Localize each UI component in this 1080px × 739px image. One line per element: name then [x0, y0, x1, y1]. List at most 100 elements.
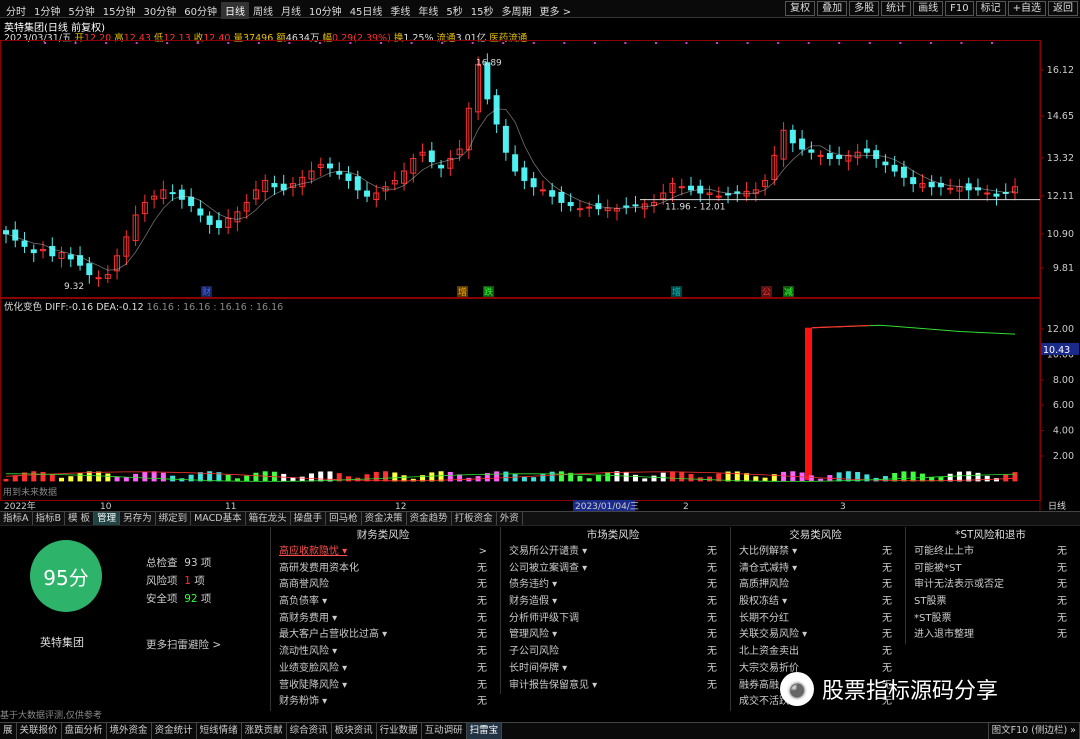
risk-row[interactable]: 子公司风险 无 [501, 644, 725, 661]
risk-row[interactable]: 流动性风险 ▾ 无 [271, 644, 495, 661]
indicator-tab-1[interactable]: 指标B [33, 512, 66, 525]
risk-row[interactable]: 高财务费用 ▾ 无 [271, 611, 495, 628]
risk-name: 股权冻结 ▾ [739, 596, 788, 608]
indicator-tab-11[interactable]: 资金趋势 [407, 512, 452, 525]
status-tab-5[interactable]: 短线情绪 [197, 723, 242, 739]
status-tab-1[interactable]: 关联报价 [17, 723, 62, 739]
f10-sidebar-button[interactable]: 图文F10 (侧边栏) » [987, 723, 1080, 739]
risk-row[interactable]: 可能终止上市 无 [906, 544, 1075, 561]
risk-row[interactable]: 高应收款隐忧 ▾ > [271, 544, 495, 561]
risk-row[interactable]: 关联交易风险 ▾ 无 [731, 627, 900, 644]
risk-row[interactable]: 北上资金卖出 无 [731, 644, 900, 661]
indicator-tab-13[interactable]: 外资 [497, 512, 523, 525]
risk-row[interactable]: 大比例解禁 ▾ 无 [731, 544, 900, 561]
risk-row[interactable]: ST股票 无 [906, 594, 1075, 611]
risk-row[interactable]: 审计报告保留意见 ▾ 无 [501, 678, 725, 695]
footer-note: 基于大数据评测,仅供参考 [0, 711, 102, 721]
indicator-tab-5[interactable]: 绑定到 [156, 512, 192, 525]
indicator-tab-9[interactable]: 回马枪 [326, 512, 362, 525]
status-tab-11[interactable]: 扫雷宝 [466, 723, 503, 739]
risk-status: 无 [477, 596, 487, 608]
tool-button-3[interactable]: 统计 [881, 1, 912, 16]
time-axis-label: 12 [395, 502, 406, 511]
tool-button-1[interactable]: 叠加 [817, 1, 848, 16]
candle-body [169, 192, 176, 195]
risk-row[interactable]: 长时间停牌 ▾ 无 [501, 661, 725, 678]
indicator-bar [40, 471, 46, 482]
risk-row[interactable]: 管理风险 ▾ 无 [501, 627, 725, 644]
risk-row[interactable]: 交易所公开谴责 ▾ 无 [501, 544, 725, 561]
period-tab-11[interactable]: 季线 [386, 2, 414, 19]
status-tab-7[interactable]: 综合资讯 [287, 723, 332, 739]
indicator-tab-12[interactable]: 打板资金 [452, 512, 497, 525]
risk-row[interactable]: 高质押风险 无 [731, 577, 900, 594]
period-tab-12[interactable]: 年线 [414, 2, 442, 19]
kline-chart[interactable]: 16.12 14.65 13.32 12.11 10.90 9.81 11.96 - 12.… [0, 40, 1080, 511]
status-tab-6[interactable]: 涨跌贡献 [242, 723, 287, 739]
period-tab-2[interactable]: 5分钟 [64, 2, 98, 19]
period-tab-1[interactable]: 1分钟 [30, 2, 64, 19]
status-tab-8[interactable]: 板块资讯 [332, 723, 377, 739]
tool-button-6[interactable]: 标记 [975, 1, 1006, 16]
tool-button-5[interactable]: F10 [945, 1, 974, 16]
period-tab-4[interactable]: 30分钟 [139, 2, 180, 19]
risk-row[interactable]: 最大客户占营收比过高 ▾ 无 [271, 627, 495, 644]
indicator-tab-2[interactable]: 模 板 [65, 512, 95, 525]
risk-row[interactable]: 高研发费用资本化 无 [271, 561, 495, 578]
period-tab-16[interactable]: 更多 > [536, 2, 576, 19]
status-tab-10[interactable]: 互动调研 [422, 723, 467, 739]
risk-row[interactable]: 债务违约 ▾ 无 [501, 577, 725, 594]
indicator-tab-0[interactable]: 指标A [0, 512, 33, 525]
indicator-tab-8[interactable]: 操盘手 [291, 512, 327, 525]
signal-dot [624, 42, 627, 44]
risk-row[interactable]: 业绩变脸风险 ▾ 无 [271, 661, 495, 678]
indicator-tab-4[interactable]: 另存为 [120, 512, 156, 525]
period-tab-6[interactable]: 日线 [220, 2, 249, 19]
period-tab-3[interactable]: 15分钟 [99, 2, 140, 19]
period-tab-5[interactable]: 60分钟 [180, 2, 221, 19]
more-risk-link[interactable]: 更多扫雷避险 > [146, 637, 221, 652]
risk-row[interactable]: 分析师评级下调 无 [501, 611, 725, 628]
status-tab-3[interactable]: 境外资金 [107, 723, 152, 739]
indicator-tab-10[interactable]: 资金决策 [362, 512, 407, 525]
risk-row[interactable]: 可能被*ST 无 [906, 561, 1075, 578]
risk-row[interactable]: 股权冻结 ▾ 无 [731, 594, 900, 611]
status-tab-9[interactable]: 行业数据 [377, 723, 422, 739]
period-tab-7[interactable]: 周线 [249, 2, 277, 19]
risk-row[interactable]: *ST股票 无 [906, 611, 1075, 628]
risk-row[interactable]: 清仓式减持 ▾ 无 [731, 561, 900, 578]
indicator-tab-7[interactable]: 箱在龙头 [246, 512, 291, 525]
risk-row[interactable]: 审计无法表示或否定 无 [906, 577, 1075, 594]
risk-row[interactable]: 财务粉饰 ▾ 无 [271, 694, 495, 711]
indicator-tab-6[interactable]: MACD基本 [191, 512, 246, 525]
period-tab-8[interactable]: 月线 [277, 2, 305, 19]
tool-button-4[interactable]: 画线 [913, 1, 944, 16]
tool-button-7[interactable]: +自选 [1007, 1, 1046, 16]
risk-row[interactable]: 公司被立案调查 ▾ 无 [501, 561, 725, 578]
period-tab-14[interactable]: 15秒 [467, 2, 498, 19]
risk-row[interactable]: 高负债率 ▾ 无 [271, 594, 495, 611]
time-axis-label: 2023/01/04/三 [575, 502, 639, 511]
status-tab-4[interactable]: 资金统计 [152, 723, 197, 739]
status-tab-0[interactable]: 展 [0, 723, 17, 739]
period-tab-0[interactable]: 分时 [2, 2, 30, 19]
tool-button-0[interactable]: 复权 [785, 1, 816, 16]
risk-row[interactable]: 高商誉风险 无 [271, 577, 495, 594]
tool-button-8[interactable]: 返回 [1048, 1, 1078, 16]
candle-body [715, 195, 722, 198]
period-tab-13[interactable]: 5秒 [442, 2, 466, 19]
signal-dot [196, 42, 199, 44]
indicator-tab-3[interactable]: 管理 [94, 512, 121, 525]
risk-row[interactable]: 营收陡降风险 ▾ 无 [271, 678, 495, 695]
tool-button-2[interactable]: 多股 [849, 1, 880, 16]
risk-row[interactable]: 财务造假 ▾ 无 [501, 594, 725, 611]
period-tab-9[interactable]: 10分钟 [305, 2, 346, 19]
risk-status: 无 [707, 579, 717, 591]
risk-name: 可能被*ST [914, 562, 962, 574]
period-tab-10[interactable]: 45日线 [346, 2, 387, 19]
status-tab-2[interactable]: 盘面分析 [62, 723, 107, 739]
risk-name: 营收陡降风险 ▾ [279, 679, 348, 691]
period-tab-15[interactable]: 多周期 [498, 2, 536, 19]
risk-row[interactable]: 长期不分红 无 [731, 611, 900, 628]
risk-row[interactable]: 进入退市整理 无 [906, 627, 1075, 644]
